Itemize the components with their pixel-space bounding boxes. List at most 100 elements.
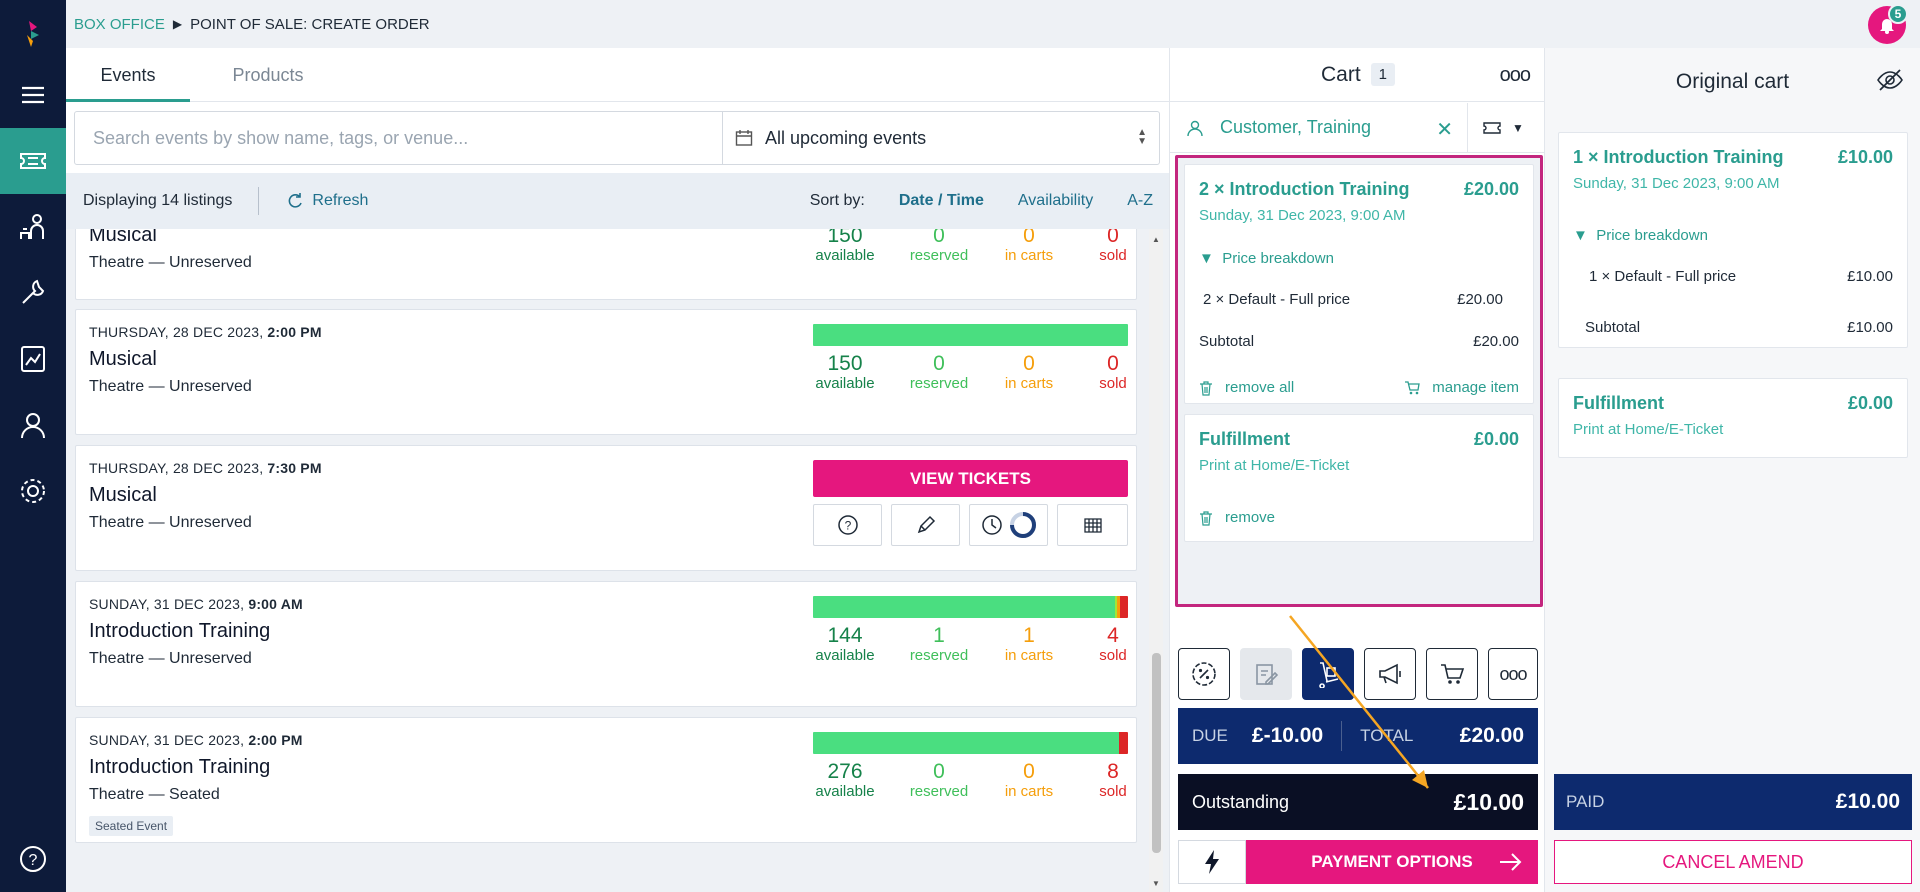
seated-event-tag: Seated Event [89,816,174,836]
availability-bar [813,324,1128,346]
original-cart-title: Original cart [1675,70,1790,93]
tab-events[interactable]: Events [66,48,190,102]
menu-icon[interactable] [0,62,66,128]
cart-action-buttons: ooo [1178,648,1538,700]
cancel-amend-button[interactable]: CANCEL AMEND [1554,840,1912,884]
event-card[interactable]: THURSDAY, 28 DEC 2023, 7:30 PM Musical T… [75,445,1137,571]
help-button[interactable]: ? [813,504,882,546]
sidebar-nav: ? [0,0,66,892]
divider [1341,721,1343,751]
edit-button[interactable] [891,504,960,546]
event-card[interactable]: SUNDAY, 31 DEC 2023, 2:00 PM Introductio… [75,717,1137,843]
event-card[interactable]: THURSDAY, 28 DEC 2023, 2:00 PM Musical T… [75,309,1137,435]
scrollbar-thumb[interactable] [1152,653,1161,853]
fulfillment-price: £0.00 [1473,429,1519,449]
stat-reserved: 0 [933,760,945,783]
eye-off-icon[interactable] [1876,68,1904,92]
refresh-button[interactable]: Refresh [286,192,368,210]
price-breakdown-toggle[interactable]: ▼ Price breakdown [1199,250,1334,267]
shopping-cart-button[interactable] [1426,648,1478,700]
refresh-icon [289,193,303,208]
clear-customer-icon[interactable]: ✕ [1436,117,1453,142]
stat-reserved-label: reserved [909,783,969,800]
refresh-label: Refresh [312,192,369,209]
bar-available-segment [813,324,1128,346]
event-date-day: SUNDAY, 31 DEC 2023, [89,596,245,612]
cart-title: Cart [1320,62,1361,86]
tab-products[interactable]: Products [206,48,330,102]
sort-a-z[interactable]: A-Z [1127,192,1153,210]
payment-options-button[interactable]: PAYMENT OPTIONS [1246,840,1538,884]
discount-button[interactable] [1178,648,1230,700]
tab-bar: Events Products [66,48,1169,102]
cart-icon [1405,380,1421,394]
clipboard-edit-icon [1256,664,1279,685]
event-card[interactable]: Musical Theatre — Unreserved 150 availabl… [75,229,1137,300]
notification-count-badge: 5 [1888,4,1908,24]
event-name: Introduction Training [89,756,271,778]
bar-available-segment [813,596,1116,618]
due-amount: £-10.00 [1251,724,1324,747]
manage-item-button[interactable]: manage item [1404,379,1519,396]
logo-icon[interactable] [0,0,66,66]
user-icon[interactable] [0,392,66,458]
notification-bell-button[interactable]: 5 [1868,4,1908,44]
stat-available-label: available [815,247,875,264]
stat-reserved-label: reserved [909,647,969,664]
report-icon[interactable] [0,326,66,392]
remove-all-button[interactable]: remove all [1199,379,1294,396]
sort-date-time[interactable]: Date / Time [899,192,984,210]
stat-in-carts: 0 [1023,352,1035,375]
ticket-type-selector[interactable]: ▼ [1468,120,1524,136]
event-name: Musical [89,229,157,246]
stat-reserved-label: reserved [909,375,969,392]
view-tickets-button[interactable]: VIEW TICKETS [813,460,1128,497]
more-actions-button[interactable]: ooo [1488,648,1538,700]
more-options-icon[interactable]: ooo [1500,64,1531,87]
remove-fulfillment-button[interactable]: remove [1199,509,1275,526]
customer-selector[interactable]: Customer, Training ✕ [1170,102,1468,153]
listing-scrollbar[interactable]: ▲ ▼ [1149,229,1163,892]
original-breakdown-line-label: 1 × Default - Full price [1589,268,1737,285]
promotions-button[interactable] [1364,648,1416,700]
clock-icon [981,515,1002,535]
scroll-up-icon[interactable]: ▲ [1152,235,1160,244]
availability-bar [813,732,1128,754]
event-filter-value: All upcoming events [765,127,927,148]
search-input[interactable] [75,112,723,164]
scroll-down-icon[interactable]: ▼ [1152,879,1160,888]
stat-sold-label: sold [1099,647,1127,664]
event-date: THURSDAY, 28 DEC 2023, 2:00 PM [89,324,322,340]
loading-spinner-icon [1009,512,1036,538]
lightning-icon [1205,850,1219,874]
triangle-down-icon: ▼ [1573,227,1588,244]
cart-item-price: £20.00 [1463,179,1519,199]
event-card[interactable]: SUNDAY, 31 DEC 2023, 9:00 AM Introductio… [75,581,1137,707]
people-icon[interactable] [0,194,66,260]
availability-bar [813,596,1128,618]
event-filter-select[interactable]: All upcoming events ▲ ▼ [723,112,1159,164]
notes-button[interactable] [1240,648,1292,700]
delivery-button[interactable] [1302,648,1354,700]
breadcrumb-section[interactable]: BOX OFFICE [74,16,165,33]
fulfillment-method: Print at Home/E-Ticket [1199,457,1350,474]
stat-in-carts: 1 [1023,624,1035,647]
wrench-icon[interactable] [0,260,66,326]
ticket-icon[interactable] [0,128,66,194]
paid-bar: PAID £10.00 [1554,774,1912,830]
original-price-breakdown-toggle[interactable]: ▼ Price breakdown [1573,227,1708,244]
paid-amount: £10.00 [1835,790,1900,813]
quick-pay-button[interactable] [1178,840,1246,884]
subtotal-amount: £20.00 [1473,333,1519,350]
stat-in-carts: 0 [1023,760,1035,783]
bar-sold-segment [1119,732,1128,754]
gear-icon[interactable] [0,458,66,524]
stat-reserved-label: reserved [909,247,969,264]
bar-sold-segment [1119,596,1128,618]
original-cart-item: 1 × Introduction Training £10.00 Sunday,… [1558,132,1908,348]
seat-map-button[interactable] [1057,504,1128,546]
schedule-button[interactable] [969,504,1048,546]
sort-availability[interactable]: Availability [1018,192,1093,210]
event-stats: 150 available 0 reserved 0 in carts 0 sold [813,229,1133,269]
help-icon[interactable]: ? [0,826,66,892]
